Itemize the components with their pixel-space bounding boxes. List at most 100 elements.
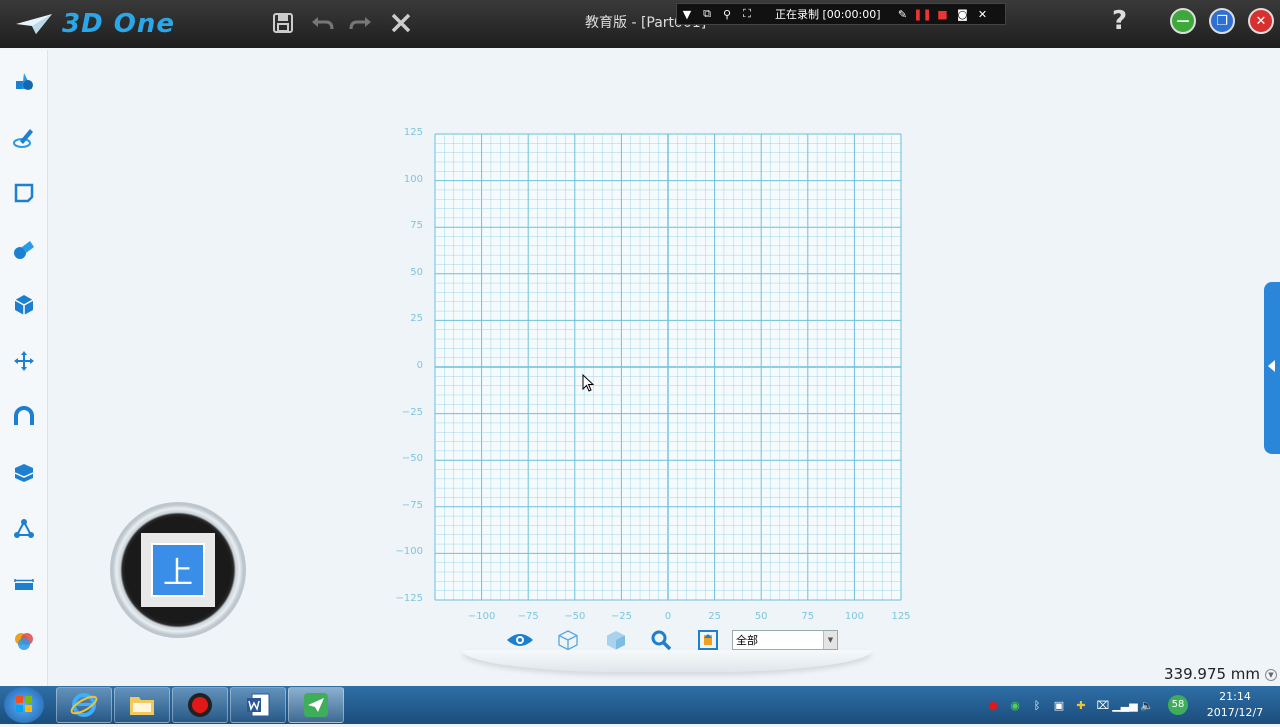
close-button[interactable]: ✕ (1248, 8, 1274, 34)
magnet-icon (14, 406, 34, 425)
stop-icon[interactable]: ■ (932, 8, 952, 21)
x-tick-label: −25 (610, 611, 632, 622)
pause-icon[interactable]: ❚❚ (912, 8, 932, 21)
taskbar-word[interactable] (230, 687, 286, 723)
taskbar-3done[interactable] (288, 687, 344, 723)
3done-app-icon (304, 693, 328, 717)
eye-icon (507, 634, 533, 646)
dropdown-icon[interactable]: ▼ (677, 8, 697, 21)
clock-date: 2017/12/7 (1206, 706, 1264, 719)
recording-status: 正在录制 [00:00:00] (775, 8, 881, 21)
usb-icon[interactable]: ⌧ (1092, 694, 1114, 716)
zoom-button[interactable] (647, 628, 675, 652)
array-tool[interactable] (11, 460, 37, 486)
toolbar-shelf (462, 650, 872, 672)
magnifier-icon (651, 630, 672, 651)
fit-view-icon (698, 630, 718, 650)
special-function-tool[interactable] (11, 292, 37, 318)
input-method-icon[interactable]: ▣ (1048, 694, 1070, 716)
clock-time: 21:14 (1219, 690, 1251, 703)
clock[interactable]: 21:14 2017/12/7 (1204, 689, 1266, 721)
windows-logo-icon (16, 696, 32, 712)
help-button[interactable]: ? (1112, 6, 1127, 36)
save-button[interactable] (268, 8, 298, 38)
y-tick-label: 0 (416, 360, 423, 371)
title-bar: 3D One 教育版 - [Part001] ▼ ⧉ ⚲ ⛶ 正在录制 [00:… (0, 0, 1280, 48)
tool-sidebar (0, 50, 48, 686)
taskbar-recorder[interactable] (172, 687, 228, 723)
zoom-icon[interactable]: ⚲ (717, 8, 737, 21)
filter-selected-value: 全部 (736, 634, 758, 647)
chevron-down-icon[interactable]: ▼ (823, 631, 837, 649)
view-navigator[interactable]: 上 (110, 502, 246, 638)
volume-icon[interactable]: 🔈 (1136, 694, 1158, 716)
mouse-cursor-icon (582, 374, 595, 392)
recorder-tray-icon[interactable]: ● (982, 694, 1004, 716)
redo-button[interactable] (346, 8, 376, 38)
assembly-tool[interactable] (11, 516, 37, 542)
right-panel-toggle[interactable] (1264, 282, 1280, 454)
maximize-button[interactable]: ❐ (1209, 8, 1235, 34)
y-tick-label: −25 (401, 406, 423, 418)
sketch-tool[interactable] (11, 124, 37, 150)
security-icon[interactable]: ✚ (1070, 694, 1092, 716)
x-tick-label: 100 (844, 611, 864, 622)
shaded-view-button[interactable] (602, 628, 630, 652)
bluetooth-icon[interactable]: ᛒ (1026, 694, 1048, 716)
redo-icon (349, 17, 371, 30)
battery-badge[interactable]: 58 (1158, 694, 1198, 716)
region-icon[interactable]: ⛶ (737, 7, 757, 21)
chevron-down-icon[interactable]: ▼ (1265, 669, 1277, 681)
close-x-icon (391, 13, 411, 33)
combine-tool[interactable] (11, 404, 37, 430)
word-icon (247, 693, 270, 717)
paper-plane-icon (16, 14, 52, 34)
pen-icon[interactable]: ✎ (892, 8, 912, 21)
visibility-button[interactable] (506, 628, 534, 652)
internet-explorer-icon (70, 693, 98, 717)
camera-icon[interactable]: ◙ (952, 8, 972, 21)
wireframe-cube-icon (558, 630, 578, 651)
wireframe-view-button[interactable] (554, 628, 582, 652)
undo-icon (312, 17, 334, 30)
top-view-label[interactable]: 上 (151, 543, 205, 597)
app-logo[interactable]: 3D One (14, 8, 175, 40)
close-icon[interactable]: ✕ (972, 8, 992, 21)
minimize-button[interactable]: — (1170, 8, 1196, 34)
fit-view-button[interactable] (694, 628, 722, 652)
feature-icon (14, 241, 34, 259)
stacked-box-icon (14, 464, 34, 482)
taskbar-explorer[interactable] (114, 687, 170, 723)
sketch-grid-area[interactable]: 125 100 75 50 25 0 −25 −50 −75 −100 −125 −100 −75 −5… (380, 120, 920, 630)
taskbar-ie[interactable] (56, 687, 112, 723)
y-tick-label: 100 (403, 173, 423, 185)
distance-measure-tool[interactable] (11, 572, 37, 598)
restore-icon[interactable]: ⧉ (697, 7, 717, 21)
move-tool[interactable] (11, 348, 37, 374)
cube-icon (14, 295, 34, 315)
y-tick-label: −50 (401, 453, 423, 465)
sketch-grid[interactable] (380, 120, 920, 630)
y-tick-label: 25 (410, 313, 423, 325)
view-cube-face[interactable]: 上 (141, 533, 215, 607)
distance-readout: 339.975 mm (1164, 665, 1261, 683)
y-tick-label: 75 (410, 220, 423, 232)
sync-icon[interactable]: ◉ (1004, 694, 1026, 716)
nodes-icon (14, 519, 34, 538)
folder-icon (130, 697, 154, 715)
delete-button[interactable] (386, 8, 416, 38)
square-outline-icon (14, 183, 34, 203)
network-signal-icon[interactable]: ▁▃▅ (1112, 694, 1137, 716)
undo-button[interactable] (307, 8, 337, 38)
feature-tool[interactable] (11, 236, 37, 262)
sketch-edit-tool[interactable] (11, 180, 37, 206)
y-tick-label: −75 (401, 499, 423, 511)
start-button[interactable] (4, 687, 44, 723)
y-tick-label: −100 (395, 546, 423, 558)
filter-select[interactable]: 全部 ▼ (732, 630, 838, 650)
shaded-cube-icon (607, 631, 625, 650)
pencil-sketch-icon (13, 129, 33, 148)
basic-solid-tool[interactable] (11, 68, 37, 94)
move-arrows-icon (14, 351, 34, 371)
color-tool[interactable] (11, 628, 37, 654)
